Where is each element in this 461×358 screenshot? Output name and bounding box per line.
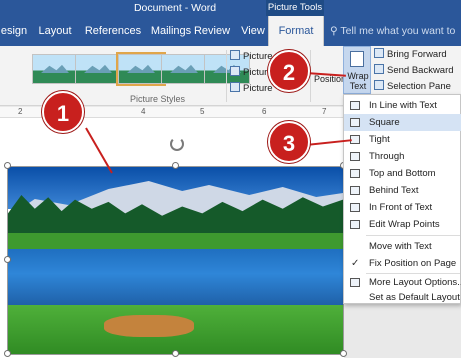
picture-rocks — [104, 315, 194, 337]
menu-item-label: Move with Text — [369, 241, 432, 252]
menu-item-label: Fix Position on Page — [369, 258, 457, 269]
menu-item-label: Set as Default Layout — [369, 292, 460, 303]
wrap-text-icon — [350, 51, 364, 67]
menu-item-tight[interactable]: Tight — [344, 131, 461, 148]
top-bottom-wrap-icon — [350, 169, 360, 178]
picture-effects-icon — [230, 66, 240, 76]
resize-handle[interactable] — [4, 256, 11, 263]
tab-review[interactable]: Review — [190, 16, 234, 46]
menu-item-in-line-with-text[interactable]: In Line with Text — [344, 97, 461, 114]
edit-wrap-points-icon — [350, 220, 360, 229]
lightbulb-icon: ⚲ — [330, 25, 341, 37]
picture-border-button[interactable]: Picture — [230, 50, 273, 66]
tab-format[interactable]: Format — [268, 16, 324, 46]
picture-style-2[interactable] — [75, 54, 121, 84]
bring-forward-label: Bring Forward — [387, 49, 447, 60]
picture-layout-button[interactable]: Picture — [230, 82, 273, 98]
picture-style-1[interactable] — [32, 54, 78, 84]
inline-wrap-icon — [350, 101, 360, 110]
in-front-of-text-icon — [350, 203, 360, 212]
menu-item-set-as-default-layout[interactable]: Set as Default Layout — [344, 291, 461, 304]
picture-effects-button[interactable]: Pictur — [230, 66, 267, 82]
menu-divider — [366, 235, 460, 236]
menu-item-label: Through — [369, 151, 405, 162]
ruler-number: 7 — [322, 107, 327, 116]
selection-pane-icon — [374, 80, 384, 90]
picture-effects-label: Pictur — [243, 67, 268, 78]
ruler-number: 6 — [262, 107, 267, 116]
callout-badge: 1 — [42, 91, 84, 133]
send-backward-button[interactable]: Send Backward — [374, 64, 454, 80]
tell-me-box[interactable]: ⚲ Tell me what you want to do... — [330, 16, 461, 46]
resize-handle[interactable] — [4, 350, 11, 357]
title-bar: Document - Word Picture Tools — [0, 0, 461, 16]
picture-border-label: Picture — [243, 51, 273, 62]
menu-item-square[interactable]: Square — [344, 114, 461, 131]
callout-badge: 3 — [268, 121, 310, 163]
menu-item-label: Square — [369, 117, 400, 128]
menu-item-more-layout-options[interactable]: More Layout Options... — [344, 274, 461, 291]
through-wrap-icon — [350, 152, 360, 161]
picture-layout-icon — [230, 82, 240, 92]
ruler-number: 4 — [141, 107, 146, 116]
resize-handle[interactable] — [172, 162, 179, 169]
menu-item-in-front-of-text[interactable]: In Front of Text — [344, 199, 461, 216]
resize-handle[interactable] — [172, 350, 179, 357]
tell-me-text: Tell me what you want to do... — [340, 25, 456, 37]
send-backward-label: Send Backward — [387, 65, 454, 76]
divider — [310, 50, 311, 102]
wrap-text-menu: In Line with Text Square Tight Through T… — [343, 94, 461, 304]
picture-border-icon — [230, 50, 240, 60]
picture-styles-label: Picture Styles — [130, 94, 186, 104]
menu-item-behind-text[interactable]: Behind Text — [344, 182, 461, 199]
checkmark-icon: ✓ — [351, 258, 360, 269]
menu-item-move-with-text[interactable]: Move with Text — [344, 238, 461, 255]
ruler-number: 5 — [200, 107, 205, 116]
menu-item-label: Top and Bottom — [369, 168, 436, 179]
callout-badge: 2 — [268, 50, 310, 92]
menu-item-through[interactable]: Through — [344, 148, 461, 165]
wrap-text-button[interactable]: Wrap Text — [343, 46, 371, 94]
menu-item-top-and-bottom[interactable]: Top and Bottom — [344, 165, 461, 182]
resize-handle[interactable] — [4, 162, 11, 169]
tab-design[interactable]: esign — [0, 16, 28, 46]
menu-item-label: Edit Wrap Points — [369, 219, 440, 230]
resize-handle[interactable] — [340, 350, 347, 357]
bring-forward-button[interactable]: Bring Forward — [374, 48, 447, 64]
menu-item-edit-wrap-points[interactable]: Edit Wrap Points — [344, 216, 461, 233]
rotate-handle-icon[interactable] — [170, 137, 184, 151]
bring-forward-icon — [374, 48, 384, 58]
ribbon-tabs: esign Layout References Mailings Review … — [0, 16, 461, 46]
divider — [226, 50, 227, 102]
picture-lake — [8, 249, 343, 311]
picture-style-3[interactable] — [116, 52, 166, 86]
picture-tools-label: Picture Tools — [266, 0, 324, 16]
layout-options-icon — [350, 278, 360, 287]
tab-layout[interactable]: Layout — [35, 16, 75, 46]
behind-text-icon — [350, 186, 360, 195]
wrap-text-label: Wrap Text — [347, 71, 369, 91]
picture-layout-label: Picture — [243, 83, 273, 94]
selection-pane-label: Selection Pane — [387, 81, 451, 92]
menu-item-label: In Line with Text — [369, 100, 437, 111]
menu-item-fix-position-on-page[interactable]: ✓ Fix Position on Page — [344, 255, 461, 272]
tab-references[interactable]: References — [82, 16, 144, 46]
ruler-number: 2 — [18, 107, 23, 116]
document-title: Document - Word — [133, 2, 217, 14]
square-wrap-icon — [350, 118, 360, 127]
menu-item-label: Behind Text — [369, 185, 419, 196]
picture-meadow — [8, 233, 343, 249]
selected-picture[interactable] — [7, 166, 344, 355]
menu-item-label: More Layout Options... — [369, 277, 461, 288]
menu-item-label: Tight — [369, 134, 390, 145]
picture-style-4[interactable] — [161, 54, 207, 84]
tab-view[interactable]: View — [236, 16, 270, 46]
send-backward-icon — [374, 64, 384, 74]
menu-item-label: In Front of Text — [369, 202, 433, 213]
